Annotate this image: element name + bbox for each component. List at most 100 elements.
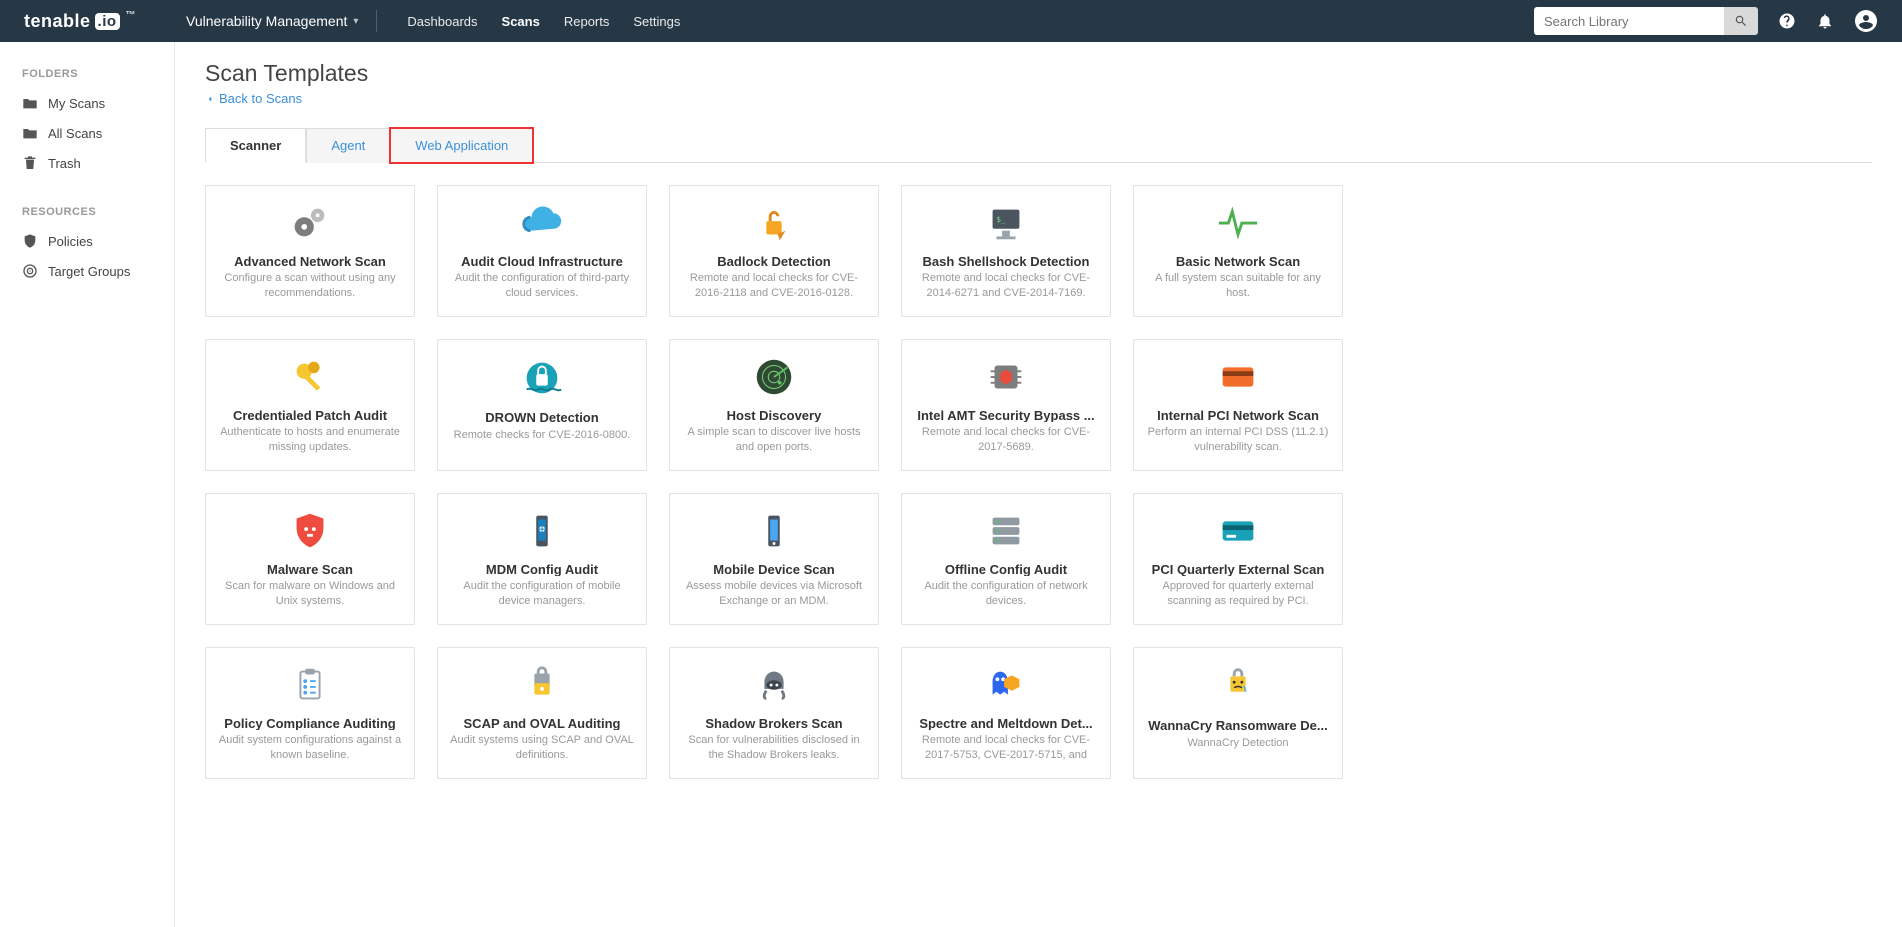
chevron-down-icon: ▾ xyxy=(353,16,358,27)
page-title: Scan Templates xyxy=(205,60,1872,87)
tab-scanner[interactable]: Scanner xyxy=(205,128,306,163)
badlock-icon xyxy=(750,200,798,246)
template-card[interactable]: Mobile Device Scan Assess mobile devices … xyxy=(669,493,879,625)
template-card[interactable]: Shadow Brokers ScanScan for vulnerabilit… xyxy=(669,647,879,779)
card-icon xyxy=(1214,354,1262,400)
template-title: Intel AMT Security Bypass ... xyxy=(914,408,1098,422)
template-card[interactable]: WannaCry Ransomware De...WannaCry Detect… xyxy=(1133,647,1343,779)
template-title: Audit Cloud Infrastructure xyxy=(450,254,634,268)
sidebar-item-target-groups[interactable]: Target Groups xyxy=(0,256,174,286)
gears-icon xyxy=(286,200,334,246)
radar-icon xyxy=(750,354,798,400)
template-card[interactable]: Intel AMT Security Bypass ...Remote and … xyxy=(901,339,1111,471)
back-label: Back to Scans xyxy=(219,91,302,106)
shield-skull-icon xyxy=(286,508,334,554)
template-card[interactable]: Spectre and Meltdown Det...Remote and lo… xyxy=(901,647,1111,779)
template-desc: Remote and local checks for CVE-2014-627… xyxy=(914,271,1098,300)
user-icon[interactable] xyxy=(1854,9,1878,33)
template-desc: Audit the configuration of third-party c… xyxy=(450,271,634,300)
content: Scan Templates Back to Scans ScannerAgen… xyxy=(175,42,1902,927)
template-card[interactable]: Advanced Network ScanConfigure a scan wi… xyxy=(205,185,415,317)
template-card[interactable]: DROWN DetectionRemote checks for CVE-201… xyxy=(437,339,647,471)
template-desc: Audit the configuration of network devic… xyxy=(914,579,1098,608)
template-card[interactable]: SCAP and OVAL Auditing Audit systems usin… xyxy=(437,647,647,779)
nav-scans[interactable]: Scans xyxy=(502,14,540,29)
mobile-icon xyxy=(750,508,798,554)
chevron-left-icon xyxy=(205,94,215,104)
terminal-icon: $_ xyxy=(982,200,1030,246)
template-card[interactable]: Offline Config Audit Audit the configurat… xyxy=(901,493,1111,625)
nav-dashboards[interactable]: Dashboards xyxy=(407,14,477,29)
template-desc: Audit system configurations against a kn… xyxy=(218,733,402,762)
product-switcher[interactable]: Vulnerability Management ▾ xyxy=(186,13,358,29)
template-title: Host Discovery xyxy=(682,408,866,422)
template-desc: Scan for vulnerabilities disclosed in th… xyxy=(682,733,866,762)
template-desc: Approved for quarterly external scanning… xyxy=(1146,579,1330,608)
sidebar-item-all-scans[interactable]: All Scans xyxy=(0,118,174,148)
bell-icon[interactable] xyxy=(1816,12,1834,30)
search-icon xyxy=(1734,14,1748,28)
nav-settings[interactable]: Settings xyxy=(633,14,680,29)
icon xyxy=(22,263,38,279)
sidebar: FOLDERS My ScansAll ScansTrash RESOURCES… xyxy=(0,42,175,927)
template-desc: WannaCry Detection xyxy=(1187,736,1288,751)
wannacry-icon xyxy=(1214,662,1262,710)
top-nav: tenable.io™ Vulnerability Management ▾ D… xyxy=(0,0,1902,42)
template-title: SCAP and OVAL Auditing xyxy=(450,716,634,730)
search-input[interactable] xyxy=(1534,7,1724,35)
template-desc: Configure a scan without using any recom… xyxy=(218,271,402,300)
template-title: Badlock Detection xyxy=(682,254,866,268)
nav-right xyxy=(1534,7,1878,35)
scap-icon xyxy=(518,662,566,708)
template-title: Mobile Device Scan xyxy=(682,562,866,576)
card2-icon xyxy=(1214,508,1262,554)
template-desc: Remote and local checks for CVE-2017-575… xyxy=(914,733,1098,762)
sidebar-label-folders: FOLDERS xyxy=(0,60,174,88)
template-title: Basic Network Scan xyxy=(1146,254,1330,268)
template-card[interactable]: Badlock Detection Remote and local checks… xyxy=(669,185,879,317)
tab-agent[interactable]: Agent xyxy=(306,128,390,163)
template-desc: Audit the configuration of mobile device… xyxy=(450,579,634,608)
folder-icon xyxy=(22,95,38,111)
template-title: Internal PCI Network Scan xyxy=(1146,408,1330,422)
clipboard-icon xyxy=(286,662,334,708)
template-desc: Audit systems using SCAP and OVAL defini… xyxy=(450,733,634,762)
nav-reports[interactable]: Reports xyxy=(564,14,610,29)
template-title: Offline Config Audit xyxy=(914,562,1098,576)
template-card[interactable]: Malware ScanScan for malware on Windows … xyxy=(205,493,415,625)
template-desc: A simple scan to discover live hosts and… xyxy=(682,425,866,454)
sidebar-item-trash[interactable]: Trash xyxy=(0,148,174,178)
tab-web-application[interactable]: Web Application xyxy=(390,128,533,163)
folder-icon xyxy=(22,155,38,171)
template-card[interactable]: Host Discovery A simple scan to discover … xyxy=(669,339,879,471)
template-card[interactable]: Basic Network ScanA full system scan sui… xyxy=(1133,185,1343,317)
tm: ™ xyxy=(126,10,137,21)
template-card[interactable]: Credentialed Patch AuditAuthenticate to … xyxy=(205,339,415,471)
logo[interactable]: tenable.io™ xyxy=(24,11,136,32)
template-card[interactable]: Policy Compliance AuditingAudit system c… xyxy=(205,647,415,779)
icon xyxy=(22,233,38,249)
template-desc: Remote and local checks for CVE-2016-211… xyxy=(682,271,866,300)
template-card[interactable]: MDM Config AuditAudit the configuration … xyxy=(437,493,647,625)
template-desc: Scan for malware on Windows and Unix sys… xyxy=(218,579,402,608)
back-link[interactable]: Back to Scans xyxy=(205,91,302,106)
chip-icon xyxy=(982,354,1030,400)
search-button[interactable] xyxy=(1724,7,1758,35)
svg-text:$_: $_ xyxy=(996,215,1006,224)
help-icon[interactable] xyxy=(1778,12,1796,30)
template-desc: Assess mobile devices via Microsoft Exch… xyxy=(682,579,866,608)
search xyxy=(1534,7,1758,35)
template-card[interactable]: $_ Bash Shellshock Detection Remote and lo… xyxy=(901,185,1111,317)
template-card[interactable]: PCI Quarterly External ScanApproved for … xyxy=(1133,493,1343,625)
template-title: Bash Shellshock Detection xyxy=(914,254,1098,268)
divider xyxy=(376,10,377,32)
template-card[interactable]: Internal PCI Network ScanPerform an inte… xyxy=(1133,339,1343,471)
keys-icon xyxy=(286,354,334,400)
template-title: Credentialed Patch Audit xyxy=(218,408,402,422)
hacker-icon xyxy=(750,662,798,708)
template-card[interactable]: Audit Cloud Infrastructure Audit the conf… xyxy=(437,185,647,317)
sidebar-item-policies[interactable]: Policies xyxy=(0,226,174,256)
template-title: DROWN Detection xyxy=(450,410,634,425)
sidebar-item-my-scans[interactable]: My Scans xyxy=(0,88,174,118)
folder-icon xyxy=(22,125,38,141)
